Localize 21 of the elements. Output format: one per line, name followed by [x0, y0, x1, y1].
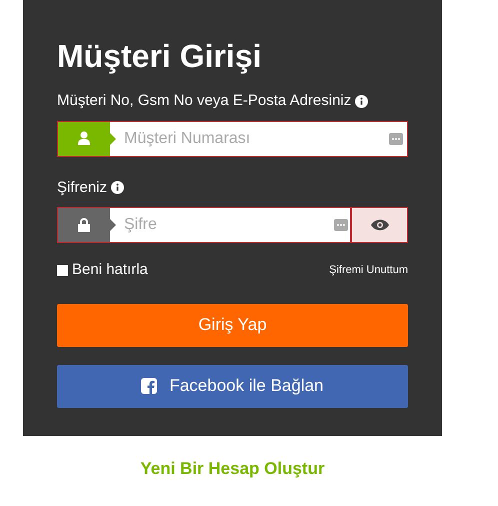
username-label: Müşteri No, Gsm No veya E-Posta Adresiniz [57, 91, 352, 111]
password-input[interactable]: Şifre [116, 208, 334, 242]
user-icon [78, 131, 90, 144]
login-title: Müşteri Girişi [57, 37, 262, 76]
lock-icon [78, 218, 90, 232]
forgot-password-link[interactable]: Şifremi Unuttum [329, 262, 408, 278]
login-button[interactable]: Giriş Yap [57, 304, 408, 346]
remember-checkbox[interactable] [57, 264, 68, 276]
password-field[interactable]: Şifre [57, 207, 351, 243]
username-input[interactable]: Müşteri Numarası [116, 122, 389, 156]
show-password-button[interactable] [351, 207, 408, 243]
username-field[interactable]: Müşteri Numarası [57, 120, 408, 156]
facebook-icon [141, 378, 158, 394]
password-label: Şifreniz [57, 178, 108, 198]
info-icon [111, 181, 124, 194]
remember-label: Beni hatırla [72, 260, 148, 280]
more-icon [334, 219, 348, 231]
more-icon [389, 132, 403, 144]
eye-icon [370, 219, 388, 231]
facebook-button[interactable]: Facebook ile Bağlan [57, 364, 408, 408]
info-icon [355, 94, 368, 108]
